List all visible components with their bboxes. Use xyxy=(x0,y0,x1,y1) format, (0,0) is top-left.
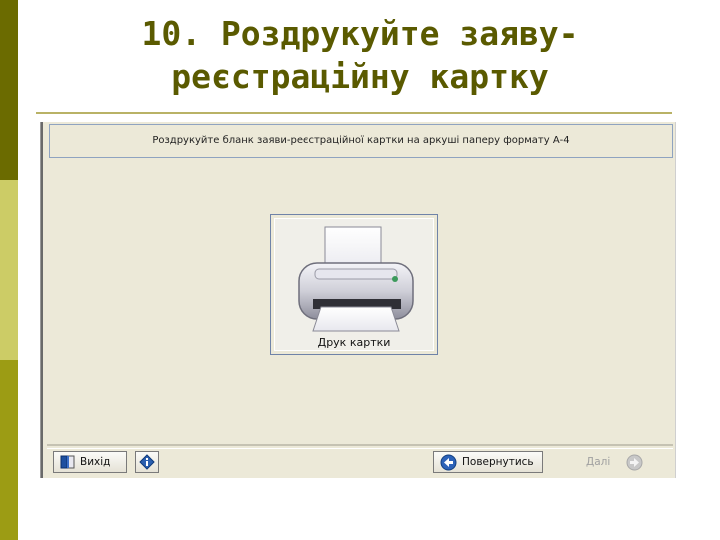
printer-icon xyxy=(298,226,414,332)
back-arrow-icon xyxy=(440,454,457,471)
exit-button[interactable]: Вихід xyxy=(53,451,127,473)
next-button[interactable]: Далі xyxy=(565,451,665,473)
info-icon xyxy=(139,454,155,470)
bottom-toolbar: Вихід Повернутись Далі xyxy=(47,448,673,477)
back-button-label: Повернутись xyxy=(462,456,534,468)
forward-arrow-icon xyxy=(626,454,643,471)
instruction-panel: Роздрукуйте бланк заяви-реєстраційної ка… xyxy=(49,124,673,158)
decor-bar-middle xyxy=(0,180,18,360)
instruction-text: Роздрукуйте бланк заяви-реєстраційної ка… xyxy=(152,135,570,146)
slide-title: 10. Роздрукуйте заяву- реєстраційну карт… xyxy=(40,12,680,98)
app-window: Роздрукуйте бланк заяви-реєстраційної ка… xyxy=(40,122,676,478)
exit-button-label: Вихід xyxy=(80,456,111,468)
title-divider xyxy=(36,112,672,114)
print-card-label: Друк картки xyxy=(317,336,391,349)
decor-bar-top xyxy=(0,0,18,180)
info-button[interactable] xyxy=(135,451,159,473)
print-card-button[interactable]: Друк картки xyxy=(270,214,438,355)
decor-bar-bottom xyxy=(0,360,18,540)
slide-title-line-1: 10. Роздрукуйте заяву- xyxy=(141,14,579,53)
next-button-label: Далі xyxy=(586,456,611,468)
bottom-separator xyxy=(47,444,673,446)
print-card-button-face: Друк картки xyxy=(274,218,434,351)
slide-title-line-2: реєстраційну картку xyxy=(171,57,549,96)
exit-door-icon xyxy=(60,455,75,469)
back-button[interactable]: Повернутись xyxy=(433,451,543,473)
